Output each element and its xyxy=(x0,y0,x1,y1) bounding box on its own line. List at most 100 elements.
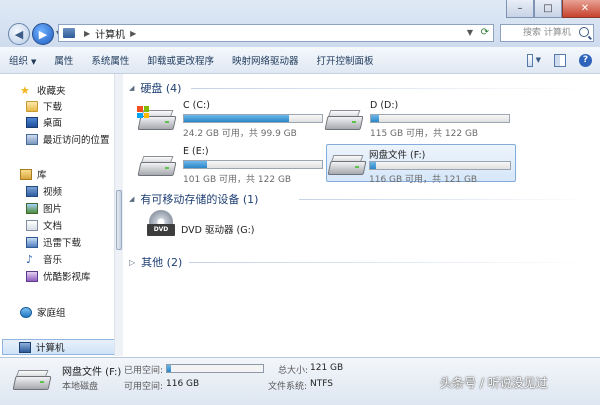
desktop-icon xyxy=(26,116,38,128)
group-hard-disks-label: 硬盘 (4) xyxy=(140,82,182,95)
star-icon: ★ xyxy=(20,83,30,97)
nav-pictures[interactable]: 图片 xyxy=(26,200,62,216)
breadcrumb-chevron-icon[interactable]: ▶ xyxy=(84,29,90,38)
thunder-download-icon xyxy=(26,236,38,248)
windows-logo-icon xyxy=(137,106,149,118)
address-dropdown-icon[interactable]: ▼ xyxy=(467,28,473,37)
toolbar-right: ▼ ? xyxy=(515,53,592,67)
nav-thunder[interactable]: 迅雷下载 xyxy=(26,234,81,250)
drive-f-info: 116 GB 可用，共 121 GB xyxy=(369,175,478,185)
nav-youku[interactable]: 优酷影视库 xyxy=(26,268,91,284)
nav-downloads-label: 下载 xyxy=(43,102,63,113)
drive-d[interactable]: D (D:) 115 GB 可用，共 122 GB xyxy=(320,100,510,139)
details-total-label: 总大小: xyxy=(278,366,309,376)
explorer-window: – □ ✕ ◀ ▶ ▼ ▶ 计算机 ▶ ▼ ⟳ 搜索 计算机 组织▼ 属性 系统… xyxy=(0,0,600,405)
maximize-button[interactable]: □ xyxy=(534,0,562,18)
change-view-button[interactable]: ▼ xyxy=(527,53,541,67)
search-icon[interactable] xyxy=(579,27,589,37)
nav-music[interactable]: ♪ 音乐 xyxy=(26,251,62,267)
close-button[interactable]: ✕ xyxy=(562,0,600,18)
group-removable[interactable]: ◢ 有可移动存储的设备 (1) xyxy=(129,191,258,207)
refresh-icon[interactable]: ⟳ xyxy=(481,27,489,38)
nav-libraries[interactable]: 库 xyxy=(20,166,47,182)
nav-desktop[interactable]: 桌面 xyxy=(26,114,62,130)
help-button[interactable]: ? xyxy=(579,53,592,67)
drive-c-usage-bar xyxy=(183,114,323,123)
usage-fill xyxy=(370,162,376,169)
drive-e[interactable]: E (E:) 101 GB 可用，共 122 GB xyxy=(133,146,323,185)
pictures-icon xyxy=(26,202,38,214)
details-free-value: 116 GB xyxy=(166,379,200,389)
minimize-button[interactable]: – xyxy=(506,0,534,18)
dvd-drive-label[interactable]: DVD 驱动器 (G:) xyxy=(181,222,254,236)
drive-f[interactable]: 网盘文件 (F:) 116 GB 可用，共 121 GB xyxy=(326,144,516,185)
chevron-down-icon: ▼ xyxy=(535,56,541,64)
nav-videos[interactable]: 视频 xyxy=(26,183,62,199)
details-used-label: 已用空间: xyxy=(124,366,164,376)
dvd-drive-icon[interactable]: DVD xyxy=(147,210,175,238)
nav-recent[interactable]: 最近访问的位置 xyxy=(26,131,110,147)
address-bar[interactable]: ▶ 计算机 ▶ ▼ ⟳ xyxy=(58,24,494,42)
nav-favorites-label: 收藏夹 xyxy=(37,86,66,97)
drive-e-label: E (E:) xyxy=(183,146,209,157)
properties-button[interactable]: 属性 xyxy=(45,53,82,67)
nav-homegroup-label: 家庭组 xyxy=(37,308,66,319)
drive-e-usage-bar xyxy=(183,160,323,169)
collapse-triangle-icon[interactable]: ◢ xyxy=(129,84,134,92)
breadcrumb-computer[interactable]: 计算机 xyxy=(95,26,125,41)
organize-button[interactable]: 组织 ▼ xyxy=(0,53,45,67)
system-properties-button[interactable]: 系统属性 xyxy=(82,53,138,67)
nav-scrollbar[interactable] xyxy=(114,74,123,356)
usage-fill xyxy=(184,115,289,122)
forward-button[interactable]: ▶ xyxy=(32,23,54,45)
collapse-triangle-icon[interactable]: ◢ xyxy=(129,195,134,203)
group-other[interactable]: ▷ 其他 (2) xyxy=(129,254,182,270)
back-button[interactable]: ◀ xyxy=(8,23,30,45)
drive-c[interactable]: C (C:) 24.2 GB 可用，共 99.9 GB xyxy=(133,100,323,139)
open-control-panel-button[interactable]: 打开控制面板 xyxy=(307,53,382,67)
nav-libraries-label: 库 xyxy=(37,170,47,181)
nav-music-label: 音乐 xyxy=(43,255,63,266)
nav-computer[interactable]: 计算机 xyxy=(2,339,120,355)
nav-pictures-label: 图片 xyxy=(43,204,63,215)
scrollbar-thumb[interactable] xyxy=(116,190,122,250)
uninstall-program-button[interactable]: 卸载或更改程序 xyxy=(138,53,223,67)
hard-disk-icon xyxy=(137,156,177,178)
details-fs-label: 文件系统: xyxy=(268,382,308,392)
documents-icon xyxy=(26,219,38,231)
command-bar: 组织 ▼ 属性 系统属性 卸载或更改程序 映射网络驱动器 打开控制面板 ▼ ? xyxy=(0,47,600,74)
group-divider xyxy=(189,262,591,263)
group-removable-label: 有可移动存储的设备 (1) xyxy=(140,193,259,206)
hard-disk-icon xyxy=(12,370,52,394)
music-note-icon: ♪ xyxy=(26,252,34,266)
drive-d-usage-bar xyxy=(370,114,510,123)
nav-downloads[interactable]: 下载 xyxy=(26,98,62,114)
nav-homegroup[interactable]: 家庭组 xyxy=(20,304,66,320)
usage-fill xyxy=(184,161,208,168)
search-placeholder: 搜索 计算机 xyxy=(523,28,571,38)
watermark: 头条号 / 听说没见过 xyxy=(440,376,548,390)
group-hard-disks[interactable]: ◢ 硬盘 (4) xyxy=(129,80,181,96)
homegroup-icon xyxy=(20,306,32,318)
drive-e-info: 101 GB 可用，共 122 GB xyxy=(183,175,292,185)
content-pane: ◢ 硬盘 (4) C (C:) 24.2 GB 可用，共 99.9 GB D (D… xyxy=(123,74,600,356)
nav-computer-label: 计算机 xyxy=(36,343,65,354)
search-input[interactable]: 搜索 计算机 xyxy=(500,24,594,42)
map-network-drive-button[interactable]: 映射网络驱动器 xyxy=(223,53,308,67)
drive-d-info: 115 GB 可用，共 122 GB xyxy=(370,129,479,139)
details-fs-value: NTFS xyxy=(310,379,333,389)
downloads-folder-icon xyxy=(26,100,38,112)
breadcrumb-chevron-icon[interactable]: ▶ xyxy=(130,29,136,38)
usage-fill xyxy=(167,365,171,372)
computer-icon xyxy=(19,341,31,353)
nav-favorites[interactable]: ★ 收藏夹 xyxy=(20,82,66,98)
details-drive-name: 网盘文件 (F:) xyxy=(62,367,122,378)
expand-triangle-icon[interactable]: ▷ xyxy=(129,258,135,267)
preview-pane-button[interactable] xyxy=(553,53,567,67)
group-other-label: 其他 (2) xyxy=(141,256,183,269)
drive-c-info: 24.2 GB 可用，共 99.9 GB xyxy=(183,129,297,139)
title-bar: – □ ✕ ◀ ▶ ▼ ▶ 计算机 ▶ ▼ ⟳ 搜索 计算机 xyxy=(0,0,600,48)
nav-documents-label: 文档 xyxy=(43,221,63,232)
nav-recent-label: 最近访问的位置 xyxy=(43,135,110,146)
nav-documents[interactable]: 文档 xyxy=(26,217,62,233)
